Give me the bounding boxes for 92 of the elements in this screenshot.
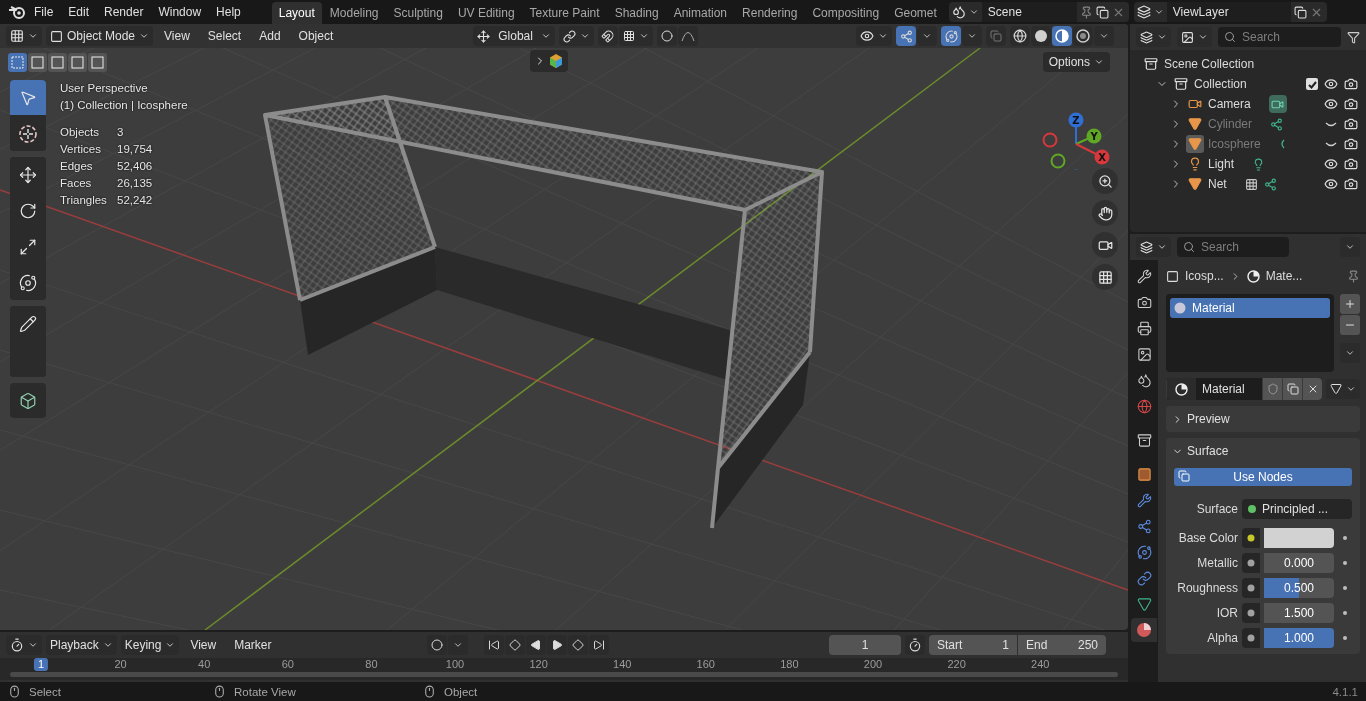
workspace-tab[interactable]: Geomet xyxy=(887,2,944,24)
workspace-tab[interactable]: Layout xyxy=(271,2,322,24)
menu-item[interactable]: Window xyxy=(151,1,209,23)
slider-field[interactable]: 0.500 xyxy=(1264,578,1334,598)
field-label: IOR xyxy=(1215,606,1238,620)
frame-number: 200 xyxy=(863,658,883,670)
workspace-tab[interactable]: Sculpting xyxy=(386,2,450,24)
slider-field[interactable]: 0.000 xyxy=(1264,553,1334,573)
stat-value: 26,135 xyxy=(117,176,154,191)
field-label: Roughness xyxy=(1176,581,1238,595)
use-nodes-button[interactable]: Use Nodes xyxy=(1174,468,1352,486)
mode-dropdown[interactable]: Object Mode xyxy=(46,26,154,46)
menu-item[interactable]: Edit xyxy=(61,1,97,23)
axis-handle[interactable]: Z xyxy=(1068,112,1084,145)
frame-number: 60 xyxy=(281,658,294,670)
current-frame-field[interactable]: 1 xyxy=(829,635,901,655)
menu-item[interactable]: View xyxy=(157,26,197,46)
timeline-menu[interactable]: Playback xyxy=(46,635,117,655)
context-label: (1) Collection | Icosphere xyxy=(60,98,188,113)
stat-value: 52,242 xyxy=(117,193,154,208)
view-layer-name[interactable]: ViewLayer xyxy=(1166,2,1291,22)
playhead[interactable]: 1 xyxy=(33,658,49,671)
material-selector[interactable]: Material xyxy=(1166,378,1322,400)
menu-item[interactable]: Object xyxy=(291,26,341,46)
breadcrumb-material[interactable]: Mate... xyxy=(1265,269,1303,283)
number-field[interactable]: 1.500 xyxy=(1264,603,1334,623)
stat-label: Edges xyxy=(60,159,94,174)
view-name: User Perspective xyxy=(60,81,149,96)
timeline-menu[interactable]: Keying xyxy=(120,635,180,655)
outliner-item-name[interactable]: Cylinder xyxy=(1208,117,1252,131)
frame-number: 240 xyxy=(1031,658,1050,670)
frame-number: 20 xyxy=(114,658,127,670)
menu-item[interactable]: Select xyxy=(200,26,249,46)
start-frame-field[interactable]: Start 1 xyxy=(929,635,1017,655)
field-label: Base Color xyxy=(1177,531,1238,545)
orientation-dropdown[interactable]: Global xyxy=(473,26,555,46)
material-slot-list[interactable]: Material xyxy=(1166,294,1334,372)
field-label: Metallic xyxy=(1196,556,1238,570)
search-field[interactable]: Search xyxy=(1177,237,1289,257)
stat-value: 3 xyxy=(117,125,125,140)
menu-item[interactable]: File xyxy=(27,1,61,23)
stat-label: Triangles xyxy=(60,193,108,208)
workspace-tab[interactable]: UV Editing xyxy=(450,2,522,24)
scene-selector[interactable]: Scene xyxy=(948,2,1129,22)
hint-text: Rotate View xyxy=(234,685,296,698)
workspace-tab[interactable]: Texture Paint xyxy=(522,2,607,24)
options-dropdown[interactable]: Options xyxy=(1042,52,1110,72)
slider-field[interactable]: 1.000 xyxy=(1264,628,1334,648)
stat-label: Faces xyxy=(60,176,93,191)
material-slot[interactable]: Material xyxy=(1170,298,1330,318)
search-field[interactable]: Search xyxy=(1218,27,1341,47)
frame-number: 100 xyxy=(445,658,465,670)
shader-dropdown[interactable]: Principled ... xyxy=(1242,499,1352,519)
stat-label: Objects xyxy=(60,125,100,140)
workspace-tab[interactable]: Modeling xyxy=(322,2,386,24)
outliner-item-name[interactable]: Icosphere xyxy=(1208,137,1261,151)
field-label: Alpha xyxy=(1206,631,1238,645)
stat-value: 52,406 xyxy=(117,159,154,174)
outliner-item-name[interactable]: Camera xyxy=(1208,97,1251,111)
stat-label: Vertices xyxy=(60,142,102,157)
breadcrumb-object[interactable]: Icosp... xyxy=(1185,269,1224,283)
frame-number: 120 xyxy=(529,658,548,670)
frame-number: 220 xyxy=(947,658,966,670)
frame-number: 140 xyxy=(613,658,632,670)
hint-text: Object xyxy=(444,685,478,698)
outliner-item-name[interactable]: Scene Collection xyxy=(1164,57,1255,71)
menu-item[interactable]: Add xyxy=(252,26,288,46)
field-label: Surface xyxy=(1195,502,1238,516)
panel-header[interactable]: Preview xyxy=(1166,406,1360,432)
axis-handle[interactable]: X xyxy=(1075,143,1110,165)
outliner-item-name[interactable]: Net xyxy=(1208,177,1227,191)
stat-value: 19,754 xyxy=(117,142,154,157)
frame-number: 80 xyxy=(365,658,378,670)
outliner-item-name[interactable]: Light xyxy=(1208,157,1235,171)
frame-number: 160 xyxy=(696,658,715,670)
hint-text: Select xyxy=(29,685,61,698)
panel-header[interactable]: Surface xyxy=(1166,438,1360,464)
view-layer-selector[interactable]: ViewLayer xyxy=(1133,2,1327,22)
frame-number: 40 xyxy=(198,658,211,670)
end-frame-field[interactable]: End 250 xyxy=(1018,635,1106,655)
outliner-item-name[interactable]: Collection xyxy=(1194,77,1247,91)
workspace-tab[interactable]: Shading xyxy=(607,2,666,24)
scene-name[interactable]: Scene xyxy=(981,2,1077,22)
menu-item[interactable]: Help xyxy=(209,1,248,23)
menu-item[interactable]: Render xyxy=(97,1,151,23)
version-label: 4.1.1 xyxy=(1332,685,1358,698)
workspace-tab[interactable]: Rendering xyxy=(735,2,805,24)
menu-item[interactable]: View xyxy=(183,635,224,655)
menu-item[interactable]: Marker xyxy=(227,635,279,655)
workspace-tab[interactable]: Animation xyxy=(666,2,735,24)
frame-number: 180 xyxy=(780,658,799,670)
workspace-tab[interactable]: Compositing xyxy=(805,2,887,24)
